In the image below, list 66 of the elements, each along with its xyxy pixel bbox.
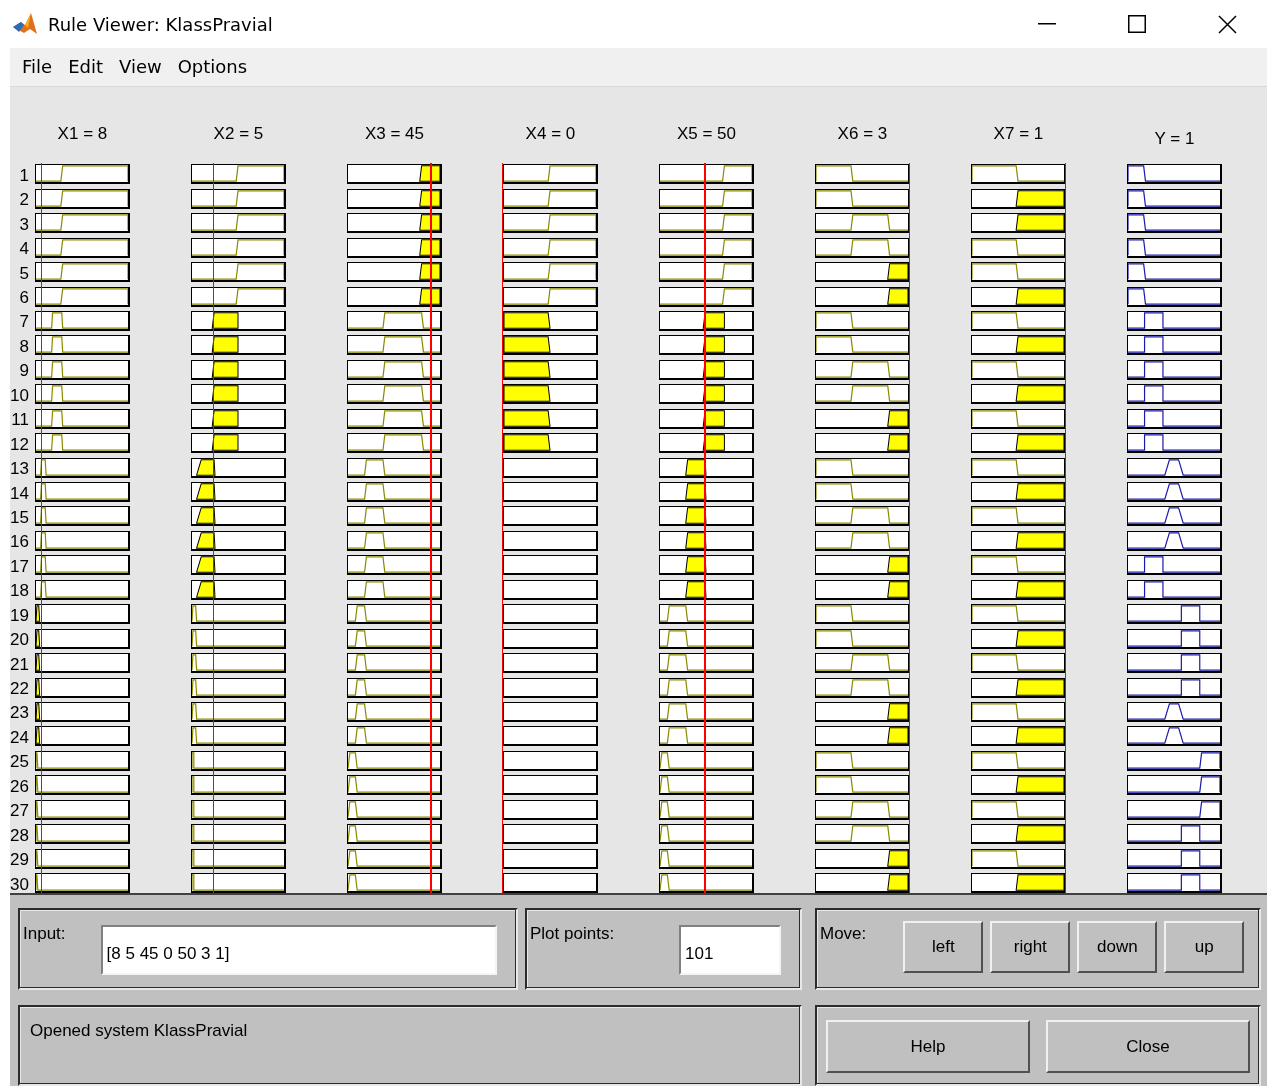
minimize-icon [1038, 23, 1056, 25]
close-icon [1217, 14, 1237, 34]
rule-number: 2 [18, 190, 30, 211]
rule-number: 30 [10, 874, 30, 893]
rule-number: 12 [10, 434, 30, 455]
rule-number: 15 [10, 508, 30, 528]
rule-number: 8 [18, 336, 30, 357]
menu-item[interactable]: Edit [60, 56, 111, 78]
rule-number: 20 [10, 630, 30, 651]
input-label: Input: [22, 923, 66, 944]
rule-number: 19 [10, 605, 30, 626]
rule-number: 13 [10, 459, 30, 480]
maximize-icon [1128, 15, 1146, 33]
input-value-line[interactable] [212, 162, 215, 893]
rule-number: 26 [10, 776, 30, 797]
move-button[interactable]: down [1077, 921, 1158, 973]
rule-number: 14 [10, 483, 30, 504]
variable-label: X5 = 50 [676, 124, 736, 145]
peak-logo-icon [12, 11, 38, 37]
rule-number: 5 [18, 263, 30, 284]
rule-number: 1 [18, 165, 30, 186]
move-button[interactable]: up [1164, 921, 1245, 973]
input-value-line[interactable] [430, 162, 432, 893]
variable-label: X6 = 3 [837, 124, 888, 145]
input-field[interactable]: [8 5 45 0 50 3 1] [100, 925, 497, 975]
rule-number: 29 [10, 850, 30, 871]
rule-number: 4 [18, 239, 30, 260]
rule-number: 11 [10, 410, 30, 431]
move-button[interactable]: left [903, 921, 984, 973]
menu-item[interactable]: Options [169, 56, 256, 78]
plot-points-label: Plot points: [529, 923, 615, 944]
rule-number: 18 [10, 581, 30, 602]
input-value-line[interactable] [501, 162, 504, 893]
rule-number: 21 [10, 654, 30, 675]
rule-number: 24 [10, 727, 30, 748]
rule-number: 27 [10, 801, 30, 822]
input-value-line[interactable] [908, 162, 911, 893]
variable-label: X4 = 0 [525, 124, 576, 145]
input-value-line[interactable] [40, 162, 43, 893]
input-value-line[interactable] [1064, 162, 1067, 893]
window-title: Rule Viewer: KlassPravial [48, 13, 274, 35]
variable-label: X2 = 5 [213, 124, 264, 145]
plot-points-field[interactable]: 101 [679, 925, 782, 975]
rule-number: 10 [10, 385, 30, 406]
status-message: Opened system KlassPravial [29, 1020, 248, 1041]
variable-label: X1 = 8 [57, 124, 108, 145]
input-value-line[interactable] [704, 162, 706, 893]
rule-number: 9 [18, 361, 30, 382]
variable-label: Y = 1 [1154, 129, 1195, 150]
menu-item[interactable]: File [14, 56, 61, 78]
rule-number: 17 [10, 556, 30, 577]
move-button[interactable]: right [990, 921, 1071, 973]
dialog-button[interactable]: Close [1046, 1020, 1250, 1073]
menu-item[interactable]: View [111, 56, 170, 78]
dialog-button[interactable]: Help [826, 1020, 1030, 1073]
variable-label: X3 = 45 [364, 124, 424, 145]
rule-number: 3 [18, 214, 30, 235]
rule-number: 6 [18, 288, 30, 309]
variable-label: X7 = 1 [993, 124, 1044, 145]
rule-number: 28 [10, 825, 30, 846]
rule-number: 25 [10, 752, 30, 773]
rule-number: 23 [10, 703, 30, 724]
move-label: Move: [819, 923, 867, 944]
rule-number: 22 [10, 679, 30, 700]
rule-number: 16 [10, 532, 30, 553]
rule-number: 7 [18, 312, 30, 333]
